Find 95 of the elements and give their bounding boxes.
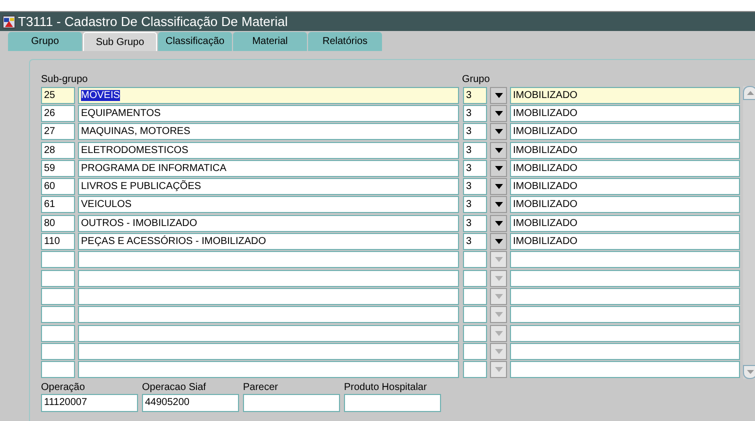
caret-icon <box>494 348 502 354</box>
caret-icon <box>494 92 502 98</box>
dropdown-button[interactable] <box>490 178 507 196</box>
field-label: Operação <box>41 381 86 394</box>
app-icon <box>2 14 16 28</box>
table-cell: IMOBILIZADO <box>510 123 740 140</box>
caret-icon <box>494 367 502 372</box>
scroll-up-icon[interactable] <box>746 91 754 95</box>
table-cell: 61 <box>41 196 75 214</box>
caret-icon <box>494 257 502 262</box>
tab[interactable]: Sub Grupo <box>83 32 157 51</box>
table-cell <box>463 270 487 287</box>
table-cell <box>463 251 487 268</box>
dropdown-button[interactable] <box>490 86 507 104</box>
table-cell: IMOBILIZADO <box>510 142 740 159</box>
table-cell: IMOBILIZADO <box>510 233 740 250</box>
dropdown-button[interactable] <box>490 160 507 177</box>
table-cell: MAQUINAS, MOTORES <box>78 123 459 140</box>
table-cell: IMOBILIZADO <box>510 104 740 122</box>
table-cell: ELETRODOMESTICOS <box>78 142 459 159</box>
table-cell: 60 <box>41 178 75 196</box>
table-cell: IMOBILIZADO <box>510 160 740 177</box>
table-cell: 28 <box>41 142 75 159</box>
dropdown-button[interactable] <box>490 233 507 250</box>
input-field[interactable]: 11120007 <box>41 394 138 412</box>
caret-icon <box>494 312 502 318</box>
caret-icon <box>494 166 502 171</box>
column-header: Grupo <box>462 74 490 86</box>
table-cell: 3 <box>463 160 487 177</box>
field-label: Operacao Siaf <box>142 381 207 394</box>
table-cell <box>41 288 75 305</box>
tab[interactable]: Relatórios <box>308 32 382 51</box>
table-cell <box>41 306 75 324</box>
input-field[interactable]: 44905200 <box>142 394 239 412</box>
dropdown-button[interactable] <box>490 214 507 232</box>
table-cell <box>41 342 75 360</box>
table-cell <box>463 342 487 360</box>
table-cell: 3 <box>463 178 487 196</box>
dropdown-button[interactable] <box>490 123 507 140</box>
caret-icon <box>494 294 502 299</box>
scroll-down-icon[interactable] <box>746 370 754 374</box>
caret-icon <box>494 220 502 226</box>
window-title: T3111 - Cadastro De Classificação De Material <box>18 14 288 30</box>
table-cell <box>463 361 487 378</box>
input-field[interactable] <box>344 394 441 412</box>
caret-icon <box>494 330 502 336</box>
table-cell: IMOBILIZADO <box>510 86 740 104</box>
table-cell: 27 <box>41 123 75 140</box>
table-cell: VEICULOS <box>78 196 459 214</box>
table-cell: 110 <box>41 233 75 250</box>
caret-icon <box>494 239 502 244</box>
table-cell: MOVEIS <box>78 86 459 104</box>
column-header: Sub-grupo <box>41 74 89 86</box>
caret-icon <box>494 129 502 134</box>
table-cell <box>41 251 75 268</box>
table-cell: IMOBILIZADO <box>510 214 740 232</box>
table-cell: 3 <box>463 123 487 140</box>
table-cell: PROGRAMA DE INFORMATICA <box>78 160 459 177</box>
caret-icon <box>494 202 502 208</box>
table-cell <box>463 324 487 342</box>
caret-icon <box>494 148 502 153</box>
table-cell: 59 <box>41 160 75 177</box>
dropdown-button[interactable] <box>490 196 507 214</box>
table-cell: LIVROS E PUBLICAÇÕES <box>78 178 459 196</box>
table-cell: 3 <box>463 233 487 250</box>
table-cell: 3 <box>463 214 487 232</box>
table-cell: IMOBILIZADO <box>510 178 740 196</box>
caret-icon <box>494 184 502 190</box>
field-label: Produto Hospitalar <box>344 381 428 394</box>
table-cell <box>463 306 487 324</box>
table-cell <box>463 288 487 305</box>
table-cell <box>41 361 75 378</box>
table-cell: 26 <box>41 104 75 122</box>
table-cell: OUTROS - IMOBILIZADO <box>78 214 459 232</box>
field-label: Parecer <box>243 381 280 394</box>
table-cell: 3 <box>463 196 487 214</box>
tab[interactable]: Material <box>233 32 307 51</box>
table-cell: 80 <box>41 214 75 232</box>
table-cell: IMOBILIZADO <box>510 196 740 214</box>
dropdown-button[interactable] <box>490 104 507 122</box>
input-field[interactable] <box>243 394 340 412</box>
tab[interactable]: Classificação <box>158 32 232 51</box>
tab[interactable]: Grupo <box>8 32 82 51</box>
table-cell: 3 <box>463 86 487 104</box>
table-cell: PEÇAS E ACESSÓRIOS - IMOBILIZADO <box>78 233 459 250</box>
table-cell <box>41 324 75 342</box>
caret-icon <box>494 110 502 116</box>
table-cell: 3 <box>463 104 487 122</box>
dropdown-button[interactable] <box>490 142 507 159</box>
table-cell: EQUIPAMENTOS <box>78 104 459 122</box>
table-cell: 25 <box>41 86 75 104</box>
caret-icon <box>494 276 502 281</box>
table-cell <box>41 270 75 287</box>
table-cell: 3 <box>463 142 487 159</box>
scrollbar[interactable] <box>743 86 755 379</box>
